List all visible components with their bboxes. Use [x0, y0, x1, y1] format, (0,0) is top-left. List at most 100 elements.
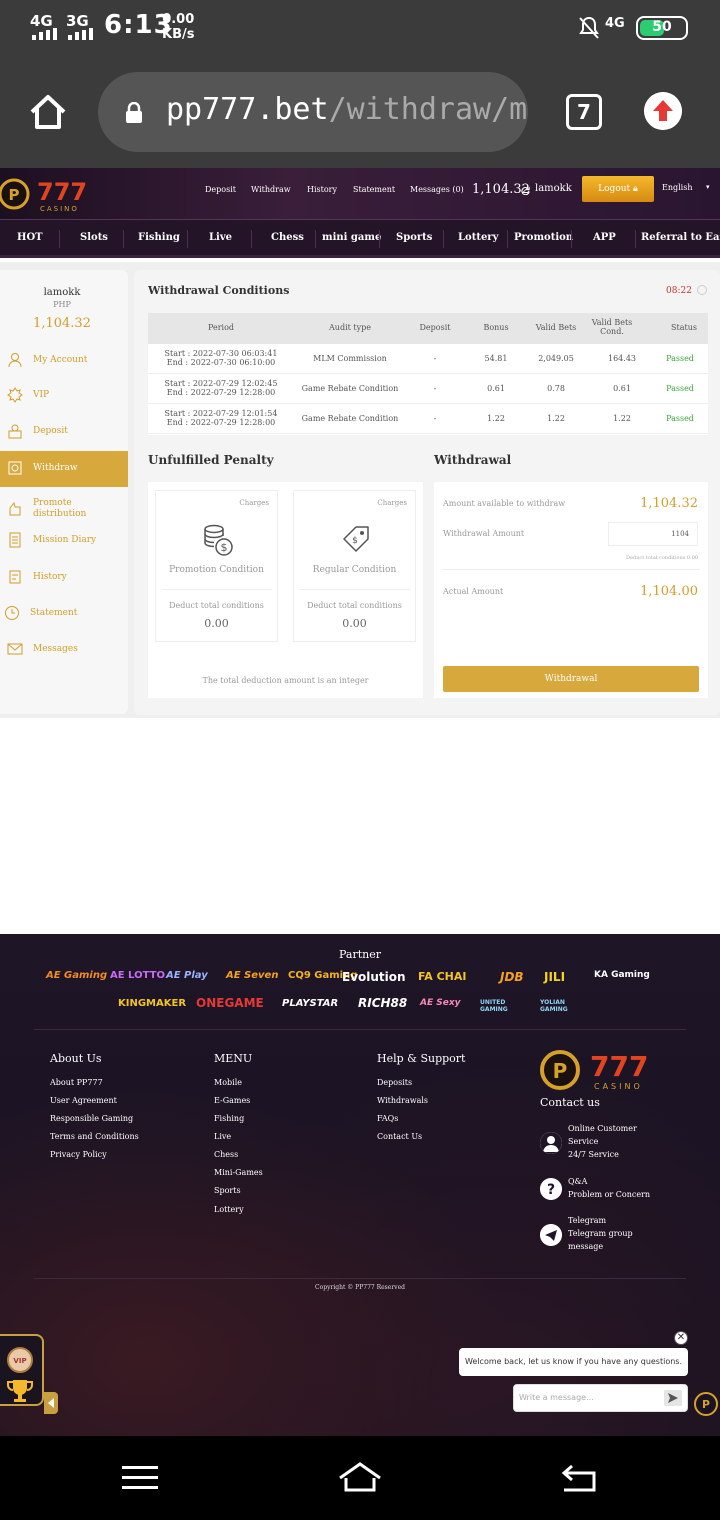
penalty-title: Unfulfilled Penalty [148, 453, 274, 467]
logout-button[interactable]: Logout 🔒︎ [582, 176, 654, 202]
home-icon[interactable] [28, 92, 68, 132]
valid-bets-cell: 1.22 [547, 414, 565, 423]
main-nav: HOT Slots Fishing Live Chess mini game S… [0, 220, 720, 258]
valid-bets-cond-cell: 164.43 [608, 354, 636, 363]
partner-logo: UNITED GAMING [480, 999, 508, 1013]
history-icon [9, 570, 21, 584]
sidebar-item-my-account[interactable]: My Account [0, 343, 128, 379]
sidebar-item-history[interactable]: History [0, 560, 128, 596]
deduct-note: Deduct total conditions 0.00 [626, 555, 698, 561]
header-link-messages[interactable]: Messages (0) [410, 185, 464, 194]
available-label: Amount available to withdraw [443, 499, 566, 508]
footer-link[interactable]: Mobile [214, 1078, 242, 1087]
valid-bets-cond-cell: 0.61 [613, 384, 631, 393]
nav-app[interactable]: APP [593, 232, 616, 243]
collapse-handle[interactable] [44, 1392, 58, 1414]
nav-promotion[interactable]: Promotion [514, 232, 573, 243]
support-agent-icon[interactable] [540, 1132, 562, 1154]
sidebar-item-label: Mission Diary [33, 535, 97, 545]
nav-live[interactable]: Live [209, 232, 232, 243]
upload-arrow-icon[interactable] [644, 92, 682, 130]
telegram-icon[interactable] [540, 1224, 562, 1246]
nav-slots[interactable]: Slots [80, 232, 108, 243]
partner-logo: AE Play [166, 970, 208, 981]
nav-lottery[interactable]: Lottery [458, 232, 498, 243]
chat-launcher-icon[interactable]: P [694, 1392, 718, 1416]
header-link-withdraw[interactable]: Withdraw [251, 185, 291, 194]
withdrawal-button[interactable]: Withdrawal [443, 666, 699, 692]
back-icon[interactable] [560, 1464, 598, 1492]
footer-link[interactable]: Privacy Policy [50, 1150, 107, 1159]
contact-qa[interactable]: Q&A Problem or Concern [568, 1175, 650, 1201]
refresh-icon[interactable] [697, 285, 707, 295]
vip-float-panel[interactable]: VIP [0, 1334, 44, 1406]
nav-mini-game[interactable]: mini game [322, 232, 381, 243]
menu-icon[interactable] [122, 1464, 158, 1492]
header-username[interactable]: lamokk [535, 183, 572, 194]
footer-link[interactable]: User Agreement [50, 1096, 117, 1105]
contact-line: Q&A [568, 1177, 588, 1186]
sidebar-item-messages[interactable]: Messages [0, 632, 128, 668]
footer-link[interactable]: Terms and Conditions [50, 1132, 139, 1141]
refresh-icon[interactable] [521, 186, 530, 195]
contact-line: 24/7 Service [568, 1150, 619, 1159]
footer-link[interactable]: About PP777 [50, 1078, 103, 1087]
site-header: P 777 CASINO Deposit Withdraw History St… [0, 168, 720, 220]
contact-telegram[interactable]: Telegram Telegram group message [568, 1214, 633, 1253]
home-icon[interactable] [336, 1460, 384, 1494]
header-link-deposit[interactable]: Deposit [205, 185, 236, 194]
contact-online-service[interactable]: Online Customer Service 24/7 Service [568, 1122, 637, 1161]
sidebar-item-deposit[interactable]: Deposit [0, 414, 128, 450]
sidebar-item-mission-diary[interactable]: Mission Diary [0, 523, 128, 559]
withdrawal-amount-input[interactable]: 1104 [608, 522, 698, 546]
footer-link[interactable]: Contact Us [377, 1132, 422, 1141]
caret-down-icon[interactable]: ▾ [706, 183, 710, 191]
chat-message-input[interactable]: Write a message... [513, 1384, 688, 1412]
net-speed-value: 0.00 [162, 12, 195, 27]
charges-label: Charges [377, 499, 407, 507]
url-path: /withdraw/ma [328, 92, 528, 127]
column-header: Period [207, 323, 235, 332]
countdown-timer: 08:22 [666, 286, 692, 296]
nav-fishing[interactable]: Fishing [138, 232, 180, 243]
send-icon[interactable] [664, 1390, 682, 1406]
question-icon[interactable]: ? [540, 1178, 562, 1200]
footer-link[interactable]: Lottery [214, 1205, 244, 1214]
chat-close-button[interactable]: ✕ [674, 1331, 688, 1345]
period-end: End : 2022-07-29 12:28:00 [166, 388, 276, 397]
tabs-button[interactable]: 7 [566, 94, 602, 130]
status-bar: 4G 3G 6:13 0.00 KB/s 4G 50 [0, 0, 720, 56]
sidebar-item-label: History [33, 572, 67, 582]
withdrawal-panel: Amount available to withdraw 1,104.32 Wi… [434, 482, 708, 698]
nav-chess[interactable]: Chess [271, 232, 304, 243]
nav-hot[interactable]: HOT [17, 232, 43, 243]
partner-logo: KINGMAKER [118, 998, 187, 1009]
footer-link[interactable]: Mini-Games [214, 1168, 263, 1177]
partner-logo: YOLIAN GAMING [540, 999, 568, 1013]
footer-link[interactable]: E-Games [214, 1096, 250, 1105]
footer-link[interactable]: Fishing [214, 1114, 244, 1123]
vip-medal-icon: VIP [7, 1347, 33, 1373]
sidebar-item-vip[interactable]: VIP [0, 378, 128, 414]
site-logo[interactable]: P 777 CASINO [0, 172, 100, 216]
partner-logo: JDB [500, 970, 524, 984]
language-select[interactable]: English [662, 183, 693, 192]
footer-link[interactable]: Responsible Gaming [50, 1114, 133, 1123]
nav-referral[interactable]: Referral to Earn [641, 232, 720, 243]
footer-link[interactable]: Deposits [377, 1078, 412, 1087]
footer-link[interactable]: Withdrawals [377, 1096, 428, 1105]
header-link-statement[interactable]: Statement [353, 185, 395, 194]
sidebar-item-withdraw[interactable]: Withdraw [0, 451, 128, 487]
header-link-history[interactable]: History [307, 185, 337, 194]
net-speed-unit: KB/s [162, 27, 195, 42]
nav-sports[interactable]: Sports [396, 232, 432, 243]
svg-text:P: P [9, 186, 20, 204]
status-passed: Passed [666, 384, 694, 393]
address-bar[interactable]: pp777.bet/withdraw/ma [98, 72, 528, 152]
sidebar-item-statement[interactable]: Statement [0, 596, 128, 632]
logo-text: 777 [37, 178, 87, 206]
footer-link[interactable]: Live [214, 1132, 231, 1141]
footer-link[interactable]: Sports [214, 1186, 241, 1195]
footer-link[interactable]: Chess [214, 1150, 238, 1159]
footer-link[interactable]: FAQs [377, 1114, 398, 1123]
